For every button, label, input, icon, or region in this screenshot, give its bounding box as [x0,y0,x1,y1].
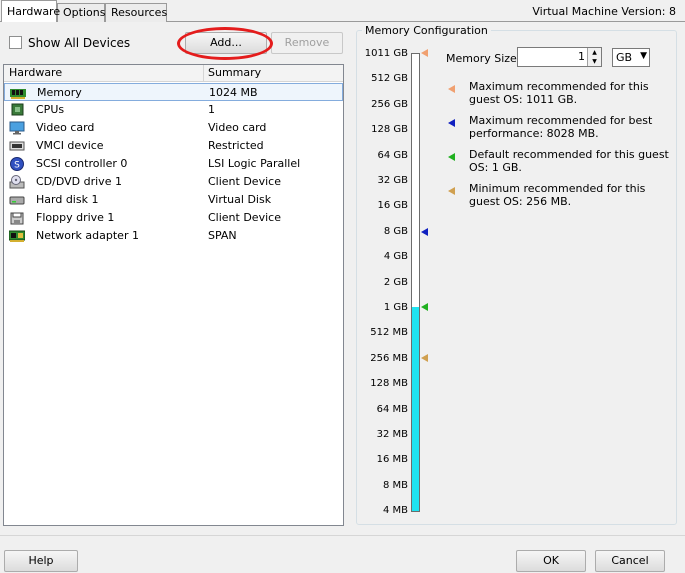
memory-size-spinner[interactable]: ▲ ▼ [587,48,601,66]
table-row[interactable]: Network adapter 1 SPAN [4,227,343,245]
memory-scale-label: 4 GB [383,251,408,263]
hardware-name: Memory [37,86,82,99]
memory-slider-fill [412,307,419,511]
hardware-summary: 1 [208,103,215,116]
hardware-list-header: Hardware Summary [4,65,343,82]
hardware-summary: Client Device [208,211,281,224]
memory-icon [10,89,26,99]
cpu-icon [11,103,24,116]
spin-up-icon[interactable]: ▲ [588,48,601,57]
memory-scale-label: 4 MB [382,505,408,517]
hardware-name: CPUs [36,103,65,116]
min-os-marker-icon [421,354,428,362]
memory-scale-label: 32 MB [376,429,408,440]
spin-down-icon[interactable]: ▼ [588,57,601,66]
memory-unit-select[interactable]: GB ▼ [612,48,650,67]
tab-resources[interactable]: Resources [105,3,167,22]
hardware-summary: LSI Logic Parallel [208,157,301,170]
table-row[interactable]: Floppy drive 1 Client Device [4,209,343,227]
hardware-summary: 1024 MB [209,86,258,99]
table-row[interactable]: Memory 1024 MB [4,83,343,101]
memory-scale-label: 8 GB [383,225,408,237]
ok-button[interactable]: OK [516,550,586,572]
add-button[interactable]: Add... [185,32,267,54]
table-row[interactable]: VMCI device Restricted [4,137,343,155]
remove-button[interactable]: Remove [271,32,343,54]
hardware-name: SCSI controller 0 [36,157,128,170]
memory-scale-label: 64 MB [376,403,408,415]
memory-scale-label: 256 GB [371,98,408,110]
network-adapter-icon [9,230,25,242]
video-card-icon [9,121,25,135]
tab-options[interactable]: Options [57,3,105,22]
legend-marker-icon [448,85,455,93]
legend-text: Minimum recommended for this guest OS: 2… [469,182,646,208]
hardware-summary: Client Device [208,175,281,188]
hardware-name: CD/DVD drive 1 [36,175,122,188]
hardware-name: Video card [36,121,95,134]
hardware-name: Hard disk 1 [36,193,99,206]
hardware-summary: Video card [208,121,267,134]
column-summary[interactable]: Summary [208,66,261,79]
memory-scale-label: 512 MB [370,327,408,339]
legend-marker-icon [448,187,455,195]
memory-size-label: Memory Size: [446,52,521,65]
memory-scale-label: 16 MB [376,454,408,466]
memory-scale-label: 1 GB [383,302,408,313]
hardware-summary: Restricted [208,139,264,152]
vmci-device-icon [9,141,25,151]
memory-scale-label: 1011 GB [364,48,408,59]
hardware-summary: SPAN [208,229,237,242]
table-row[interactable]: CPUs 1 [4,101,343,119]
footer-divider [0,535,685,536]
max-os-marker-icon [421,49,428,57]
chevron-down-icon: ▼ [640,51,647,61]
hardware-list[interactable]: Hardware Summary Memory 1024 MB CPUs 1 V… [3,64,344,526]
memory-scale-label: 8 MB [382,479,408,491]
memory-scale-label: 32 GB [377,175,408,186]
hard-disk-icon [9,196,25,205]
memory-scale-label: 128 MB [370,378,408,390]
show-all-devices-label[interactable]: Show All Devices [28,36,130,50]
hardware-summary: Virtual Disk [208,193,272,206]
legend-marker-icon [448,153,455,161]
floppy-drive-icon [10,212,24,225]
legend-text: Maximum recommended for best performance… [469,114,653,140]
column-hardware[interactable]: Hardware [9,66,62,79]
cancel-button[interactable]: Cancel [595,550,665,572]
memory-scale-label: 2 GB [383,276,408,288]
hardware-name: VMCI device [36,139,104,152]
tab-hardware[interactable]: Hardware [1,0,60,22]
table-row[interactable]: Hard disk 1 Virtual Disk [4,191,343,209]
hardware-name: Network adapter 1 [36,229,139,242]
table-row[interactable]: S SCSI controller 0 LSI Logic Parallel [4,155,343,173]
table-row[interactable]: Video card Video card [4,119,343,137]
legend-marker-icon [448,119,455,127]
cd-dvd-drive-icon [9,175,25,189]
scsi-controller-icon: S [10,157,24,171]
hardware-name: Floppy drive 1 [36,211,115,224]
help-button[interactable]: Help [4,550,78,572]
max-performance-marker-icon [421,228,428,236]
memory-scale-label: 128 GB [371,124,408,136]
table-row[interactable]: CD/DVD drive 1 Client Device [4,173,343,191]
memory-scale-label: 64 GB [377,149,408,161]
memory-scale-label: 512 GB [371,73,408,85]
memory-configuration-title: Memory Configuration [362,24,491,37]
memory-scale-label: 16 GB [377,200,408,212]
svg-text:S: S [14,161,20,171]
legend-text: Maximum recommended for this guest OS: 1… [469,80,649,106]
memory-unit-value: GB [616,51,633,64]
default-marker-icon [421,303,428,311]
memory-scale-label: 256 MB [370,352,408,364]
legend-text: Default recommended for this guest OS: 1… [469,148,669,174]
show-all-devices-checkbox[interactable] [9,36,22,49]
vm-version-label: Virtual Machine Version: 8 [532,5,676,18]
